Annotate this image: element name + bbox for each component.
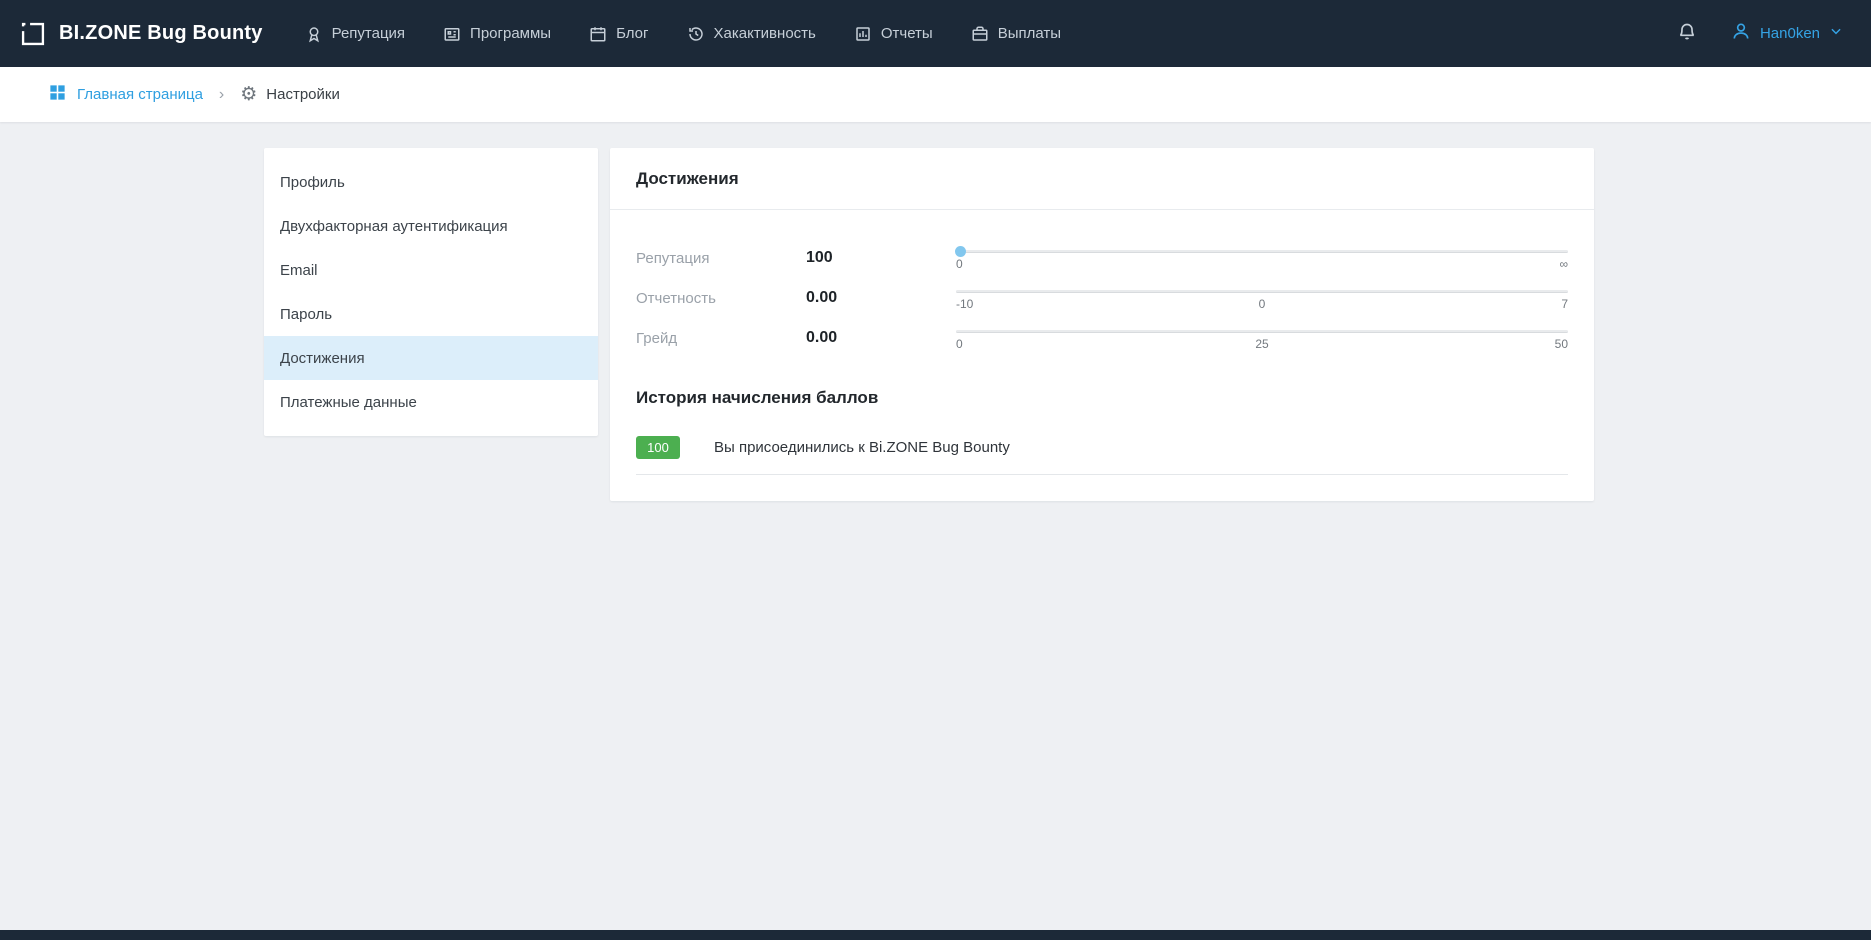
nav-item-blog[interactable]: Блог <box>589 25 648 43</box>
username: Han0ken <box>1760 25 1820 42</box>
slider-scale: 0 25 50 <box>956 337 1568 351</box>
scale-max: 7 <box>1561 297 1568 311</box>
history-entry: 100 Вы присоединились к Bi.ZONE Bug Boun… <box>636 436 1568 475</box>
payouts-icon <box>971 25 989 43</box>
nav-item-label: Хакактивность <box>714 25 816 42</box>
scale-min: -10 <box>956 297 973 311</box>
points-badge: 100 <box>636 436 680 459</box>
scale-min: 0 <box>956 337 963 351</box>
reports-icon <box>854 25 872 43</box>
nav-item-programs[interactable]: Программы <box>443 25 551 43</box>
slider-track <box>956 250 1568 253</box>
main-nav: Репутация Программы Блог <box>305 25 1061 43</box>
bell-icon <box>1677 22 1697 45</box>
achievements-panel: Достижения Репутация 100 0 ∞ <box>610 148 1594 501</box>
metric-value: 0.00 <box>806 289 936 307</box>
sidebar-item-achievements[interactable]: Достижения <box>264 336 598 380</box>
nav-item-label: Репутация <box>332 25 405 42</box>
nav-item-hacktivity[interactable]: Хакактивность <box>687 25 816 43</box>
user-menu[interactable]: Han0ken <box>1731 21 1843 46</box>
programs-icon <box>443 25 461 43</box>
metric-label: Репутация <box>636 250 806 267</box>
metric-row-reporting: Отчетность 0.00 -10 0 7 <box>636 278 1568 318</box>
brand-title: BI.ZONE Bug Bounty <box>59 22 263 45</box>
metric-row-reputation: Репутация 100 0 ∞ <box>636 238 1568 278</box>
slider-scale: 0 ∞ <box>956 257 1568 271</box>
slider-handle[interactable] <box>955 246 966 257</box>
user-icon <box>1731 21 1751 46</box>
nav-item-label: Блог <box>616 25 648 42</box>
nav-item-reputation[interactable]: Репутация <box>305 25 405 43</box>
entry-text: Вы присоединились к Bi.ZONE Bug Bounty <box>714 439 1010 456</box>
breadcrumb-current-label: Настройки <box>266 86 340 103</box>
reputation-slider: 0 ∞ <box>956 250 1568 271</box>
hacktivity-icon <box>687 25 705 43</box>
home-grid-icon <box>48 83 67 107</box>
sidebar-item-payment[interactable]: Платежные данные <box>264 380 598 424</box>
settings-menu: Профиль Двухфакторная аутентификация Ema… <box>264 148 598 436</box>
grade-slider: 0 25 50 <box>956 330 1568 351</box>
scale-max: 50 <box>1555 337 1568 351</box>
metric-label: Отчетность <box>636 290 806 307</box>
reporting-slider: -10 0 7 <box>956 290 1568 311</box>
nav-item-label: Выплаты <box>998 25 1061 42</box>
panel-title: Достижения <box>610 148 1594 210</box>
metric-row-grade: Грейд 0.00 0 25 50 <box>636 318 1568 358</box>
metric-label: Грейд <box>636 330 806 347</box>
sidebar-item-profile[interactable]: Профиль <box>264 160 598 204</box>
slider-track <box>956 330 1568 333</box>
breadcrumb-home-label: Главная страница <box>77 86 203 103</box>
metric-value: 100 <box>806 249 936 267</box>
scale-max: ∞ <box>1559 257 1568 271</box>
slider-scale: -10 0 7 <box>956 297 1568 311</box>
metric-value: 0.00 <box>806 329 936 347</box>
gear-icon: ⚙ <box>240 85 257 104</box>
nav-item-label: Отчеты <box>881 25 933 42</box>
nav-item-reports[interactable]: Отчеты <box>854 25 933 43</box>
breadcrumb: Главная страница › ⚙ Настройки <box>0 67 1871 122</box>
sidebar-item-email[interactable]: Email <box>264 248 598 292</box>
breadcrumb-separator: › <box>219 86 224 104</box>
top-navbar: BI.ZONE Bug Bounty Репутация Программы <box>0 0 1871 67</box>
sidebar-item-2fa[interactable]: Двухфакторная аутентификация <box>264 204 598 248</box>
sidebar-item-password[interactable]: Пароль <box>264 292 598 336</box>
scale-mid: 0 <box>1259 297 1266 311</box>
scale-min: 0 <box>956 257 963 271</box>
breadcrumb-current: ⚙ Настройки <box>240 85 340 104</box>
navbar-right: Han0ken <box>1677 21 1843 46</box>
breadcrumb-home-link[interactable]: Главная страница <box>48 83 203 107</box>
nav-item-label: Программы <box>470 25 551 42</box>
scale-mid: 25 <box>1255 337 1268 351</box>
history-title: История начисления баллов <box>636 388 1568 408</box>
reputation-icon <box>305 25 323 43</box>
nav-item-payouts[interactable]: Выплаты <box>971 25 1061 43</box>
notifications-button[interactable] <box>1677 22 1697 45</box>
main-content: Профиль Двухфакторная аутентификация Ema… <box>0 122 1871 501</box>
footer-strip <box>0 930 1871 940</box>
brand[interactable]: BI.ZONE Bug Bounty <box>19 20 263 48</box>
slider-track <box>956 290 1568 293</box>
chevron-down-icon <box>1829 24 1843 43</box>
blog-icon <box>589 25 607 43</box>
brand-logo-icon <box>19 20 47 48</box>
